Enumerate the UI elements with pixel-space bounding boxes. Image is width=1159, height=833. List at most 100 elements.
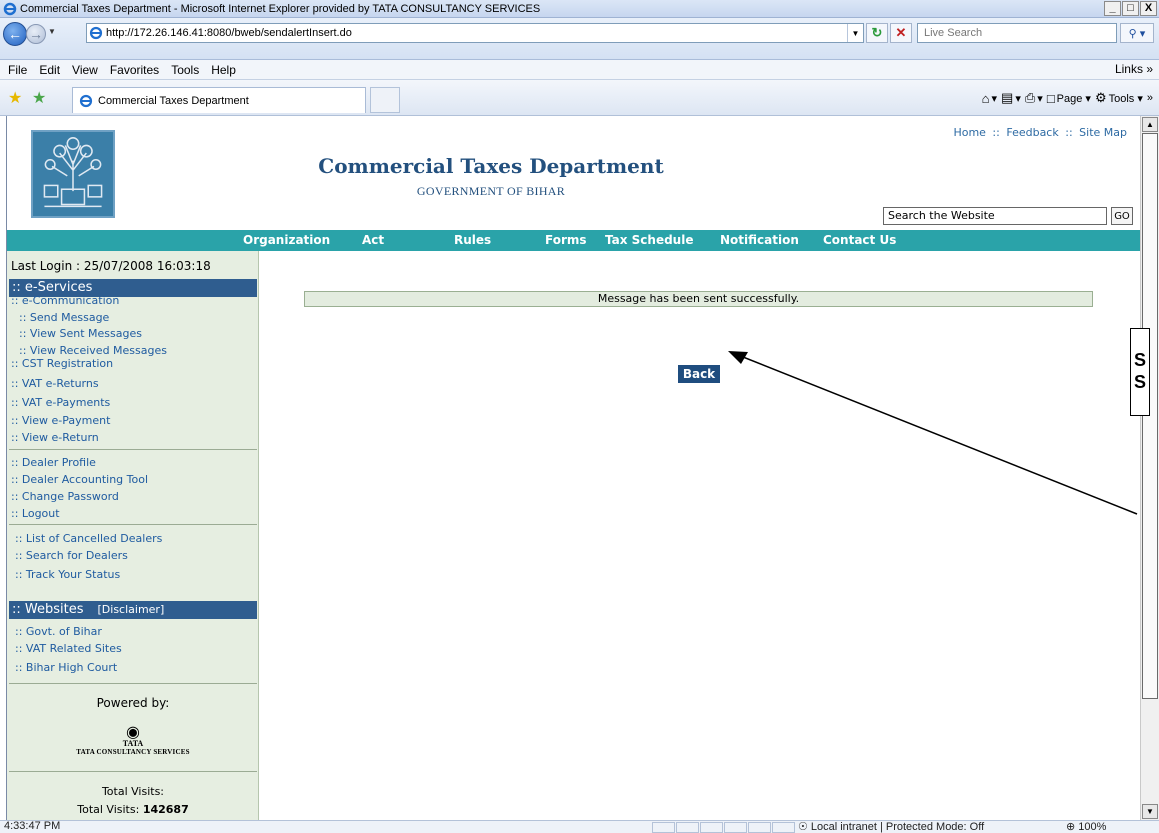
menu-help[interactable]: Help [211, 63, 236, 77]
zoom-level[interactable]: ⊕ 100% [1066, 820, 1106, 833]
feeds-icon: ▤ [1001, 90, 1014, 105]
sidebar-divider [9, 524, 257, 525]
home-icon: ⌂ [981, 90, 990, 106]
sidebar-item-logout[interactable]: :: Logout [11, 507, 60, 520]
page-viewport: Commercial Taxes Department GOVERNMENT O… [6, 116, 1140, 820]
sidebar-item-track-status[interactable]: :: Track Your Status [15, 568, 120, 581]
stop-button[interactable]: ✕ [890, 23, 912, 43]
gear-icon: ⚙ [1094, 90, 1107, 105]
site-map-link[interactable]: Site Map [1079, 126, 1127, 139]
new-tab-button[interactable] [370, 87, 400, 113]
browser-tab[interactable]: Commercial Taxes Department [72, 87, 366, 113]
status-pane [724, 822, 747, 833]
home-button[interactable]: ⌂ ▾ [982, 91, 997, 106]
address-dropdown-icon[interactable]: ▼ [847, 24, 863, 42]
powered-by-label: Powered by: [96, 696, 170, 710]
nav-rules[interactable]: Rules [454, 233, 491, 247]
recent-pages-dropdown-icon[interactable]: ▼ [48, 27, 56, 36]
sidebar-item-search-dealers[interactable]: :: Search for Dealers [15, 549, 128, 562]
scroll-down-icon[interactable]: ▼ [1142, 804, 1158, 819]
tools-menu-button[interactable]: ⚙ Tools ▾ [1095, 90, 1143, 106]
sidebar-item-send-message[interactable]: :: Send Message [19, 311, 109, 324]
menu-file[interactable]: File [8, 63, 27, 77]
feeds-button[interactable]: ▤ ▾ [1001, 90, 1021, 106]
status-pane [748, 822, 771, 833]
tab-bar: ★ ★ Commercial Taxes Department ⌂ ▾ ▤ ▾ ⎙ ▾… [0, 80, 1159, 116]
security-zone[interactable]: ☉ Local intranet | Protected Mode: Off [798, 820, 984, 833]
links-toolbar[interactable]: Links » [1115, 62, 1153, 76]
search-icon[interactable]: ⚲ ▾ [1120, 23, 1154, 43]
go-button[interactable]: GO [1111, 207, 1133, 225]
print-icon: ⎙ [1024, 90, 1036, 105]
sidebar-item-change-password[interactable]: :: Change Password [11, 490, 119, 503]
total-visits-line: Total Visits: 142687 [7, 803, 259, 816]
close-button[interactable]: X [1140, 1, 1157, 16]
feedback-link[interactable]: Feedback [1006, 126, 1058, 139]
page-menu-button[interactable]: □ Page ▾ [1047, 91, 1091, 106]
websites-title: :: Websites [12, 602, 84, 617]
menu-favorites[interactable]: Favorites [110, 63, 159, 77]
sidebar-item-view-sent-messages[interactable]: :: View Sent Messages [19, 327, 142, 340]
print-button[interactable]: ⎙ ▾ [1025, 90, 1043, 106]
total-visits-line-label: Total Visits: [77, 803, 140, 816]
nav-notification[interactable]: Notification [720, 233, 799, 247]
address-field[interactable]: http://172.26.146.41:8080/bweb/sendalert… [86, 23, 864, 43]
maximize-button[interactable]: □ [1122, 1, 1139, 16]
forward-nav-button[interactable]: → [26, 24, 46, 44]
status-pane [700, 822, 723, 833]
sidebar-item-view-e-return[interactable]: :: View e-Return [11, 431, 99, 444]
sidebar-item-vat-related-sites[interactable]: :: VAT Related Sites [15, 642, 122, 655]
back-nav-button[interactable]: ← [3, 22, 27, 46]
menu-view[interactable]: View [72, 63, 98, 77]
sidebar-item-vat-e-returns[interactable]: :: VAT e-Returns [11, 377, 99, 390]
status-time: 4:33:47 PM [4, 820, 61, 832]
annotation-callout: S S [1130, 328, 1150, 416]
status-pane [652, 822, 675, 833]
site-search-input[interactable]: Search the Website [883, 207, 1107, 225]
chevron-more-icon[interactable]: » [1147, 92, 1153, 104]
status-panes [652, 822, 795, 833]
page-menu-icon: □ [1046, 90, 1055, 106]
sidebar-item-e-communication[interactable]: :: e-Communication [11, 294, 119, 307]
status-bar: 4:33:47 PM ☉ Local intranet | Protected M… [0, 820, 1159, 833]
menu-edit[interactable]: Edit [39, 63, 60, 77]
total-visits-label: Total Visits: [101, 785, 165, 798]
live-search-input[interactable]: Live Search [917, 23, 1117, 43]
nav-tax-schedule[interactable]: Tax Schedule [605, 233, 693, 247]
sidebar-item-view-e-payment[interactable]: :: View e-Payment [11, 414, 110, 427]
page-title: Commercial Taxes Department [318, 154, 664, 178]
sidebar-item-dealer-accounting-tool[interactable]: :: Dealer Accounting Tool [11, 473, 148, 486]
tab-title: Commercial Taxes Department [98, 94, 249, 107]
home-link[interactable]: Home [953, 126, 985, 139]
tata-logo-text: TATA CONSULTANCY SERVICES [76, 748, 190, 756]
add-favorites-icon[interactable]: ★ [32, 88, 46, 108]
favorites-star-icon[interactable]: ★ [8, 88, 22, 108]
scroll-up-icon[interactable]: ▲ [1142, 117, 1158, 132]
menu-bar: File Edit View Favorites Tools Help Link… [0, 60, 1159, 80]
back-button[interactable]: Back [678, 365, 720, 383]
disclaimer-link[interactable]: [Disclaimer] [98, 603, 165, 616]
sidebar-item-dealer-profile[interactable]: :: Dealer Profile [11, 456, 96, 469]
sidebar-item-bihar-high-court[interactable]: :: Bihar High Court [15, 661, 117, 674]
scroll-thumb[interactable] [1142, 133, 1158, 699]
main-nav: Organization Act Rules Forms Tax Schedul… [7, 230, 1140, 251]
sidebar-item-view-received-messages[interactable]: :: View Received Messages [19, 344, 167, 357]
tata-logo-mark: TATA [122, 739, 144, 748]
nav-act[interactable]: Act [362, 233, 384, 247]
refresh-button[interactable]: ↻ [866, 23, 888, 43]
total-visits-count: 142687 [142, 803, 189, 816]
nav-forms[interactable]: Forms [545, 233, 587, 247]
sidebar-item-vat-e-payments[interactable]: :: VAT e-Payments [11, 396, 110, 409]
sidebar-item-cancelled-dealers[interactable]: :: List of Cancelled Dealers [15, 532, 162, 545]
sidebar-divider [9, 771, 257, 772]
websites-header: :: Websites [Disclaimer] [9, 601, 257, 619]
menu-tools[interactable]: Tools [171, 63, 199, 77]
nav-contact-us[interactable]: Contact Us [823, 233, 896, 247]
vertical-scrollbar[interactable]: ▲ ▼ [1140, 116, 1159, 820]
tata-logo-icon: ◉ [126, 722, 140, 741]
minimize-button[interactable]: _ [1104, 1, 1121, 16]
sidebar-item-cst-registration[interactable]: :: CST Registration [11, 357, 113, 370]
nav-organization[interactable]: Organization [243, 233, 330, 247]
sidebar-item-govt-of-bihar[interactable]: :: Govt. of Bihar [15, 625, 102, 638]
window-titlebar: Commercial Taxes Department - Microsoft … [0, 0, 1159, 18]
